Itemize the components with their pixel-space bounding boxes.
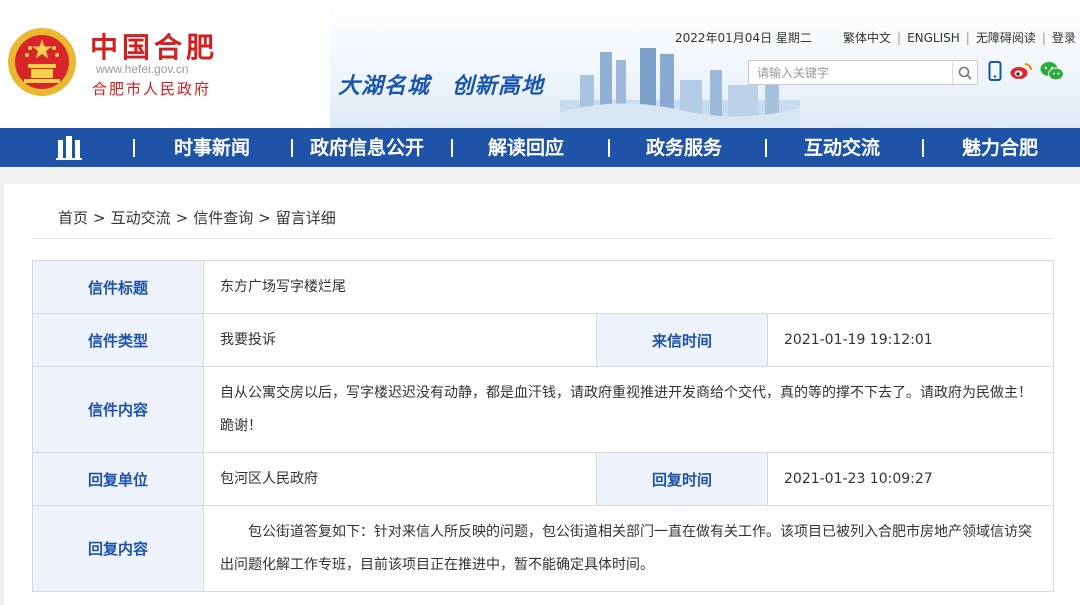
breadcrumb-current: 留言详细: [275, 209, 336, 227]
divider: |: [965, 31, 970, 45]
site-government-name: 合肥市人民政府: [92, 80, 212, 98]
slogan-part-1: 大湖名城: [338, 73, 431, 99]
main-nav: 时事新闻 政府信息公开 解读回应 政务服务 互动交流 魅力合肥: [0, 128, 1080, 167]
search-input[interactable]: [749, 61, 953, 84]
nav-item-gov-info[interactable]: 政府信息公开: [310, 136, 424, 160]
traditional-chinese-link[interactable]: 繁体中文: [843, 31, 891, 45]
reply-content-label: 回复内容: [32, 505, 204, 592]
site-header: 中国合肥 www.hefei.gov.cn 合肥市人民政府 大湖名城 创新高地 2…: [0, 0, 1080, 128]
reply-unit-label: 回复单位: [32, 452, 204, 506]
site-name: 中国合肥: [90, 31, 219, 64]
letter-type-value: 我要投诉: [203, 313, 597, 367]
breadcrumb: 首页 > 互动交流 > 信件查询 > 留言详细: [58, 207, 336, 228]
letter-content-label: 信件内容: [32, 366, 204, 453]
divider: |: [897, 31, 902, 45]
nav-divider: [291, 139, 293, 157]
slogan-part-2: 创新高地: [452, 73, 545, 99]
mobile-icon[interactable]: [988, 61, 1002, 85]
breadcrumb-divider: [32, 238, 1054, 239]
english-link[interactable]: ENGLISH: [907, 31, 960, 45]
reply-unit-value: 包河区人民政府: [203, 452, 597, 506]
letter-title-label: 信件标题: [32, 260, 204, 314]
nav-divider: [608, 139, 610, 157]
national-emblem-logo: [8, 28, 76, 96]
letter-time-value: 2021-01-19 19:12:01: [766, 313, 1055, 367]
reply-content-value: 包公街道答复如下：针对来信人所反映的问题，包公街道相关部门一直在做有关工作。该项…: [202, 505, 1055, 592]
slogan: 大湖名城 创新高地: [338, 68, 566, 100]
nav-divider: [922, 139, 924, 157]
breadcrumb-separator: >: [258, 209, 271, 227]
nav-divider: [133, 139, 135, 157]
letter-time-label: 来信时间: [596, 313, 768, 367]
current-date: 2022年01月04日 星期二: [675, 31, 812, 45]
table-row: 信件标题 东方广场写字楼烂尾: [32, 260, 1055, 314]
nav-item-charm-hefei[interactable]: 魅力合肥: [962, 136, 1038, 160]
breadcrumb-separator: >: [93, 209, 106, 227]
site-url: www.hefei.gov.cn: [96, 62, 189, 76]
nav-item-gov-services[interactable]: 政务服务: [646, 136, 722, 160]
nav-item-interpretation[interactable]: 解读回应: [488, 136, 564, 160]
home-building-icon[interactable]: [56, 136, 82, 160]
reply-time-label: 回复时间: [596, 452, 768, 506]
nav-item-news[interactable]: 时事新闻: [174, 136, 250, 160]
wechat-icon[interactable]: [1040, 61, 1064, 85]
nav-divider: [765, 139, 767, 157]
search-button[interactable]: [952, 61, 977, 84]
table-row: 回复单位 包河区人民政府 回复时间 2021-01-23 10:09:27: [32, 452, 1055, 506]
login-link[interactable]: 登录: [1052, 31, 1076, 45]
search-box: [748, 60, 978, 85]
breadcrumb-letter-query[interactable]: 信件查询: [193, 209, 253, 227]
accessibility-link[interactable]: 无障碍阅读: [976, 31, 1036, 45]
social-links: [988, 61, 1064, 85]
letter-title-value: 东方广场写字楼烂尾: [202, 260, 1055, 314]
divider: |: [1041, 31, 1046, 45]
top-links: 繁体中文 | ENGLISH | 无障碍阅读 | 登录: [843, 29, 1076, 46]
search-icon: [958, 66, 972, 80]
letter-content-value: 自从公寓交房以后，写字楼迟迟没有动静，都是血汗钱，请政府重视推进开发商给个交代，…: [202, 366, 1055, 453]
reply-time-value: 2021-01-23 10:09:27: [766, 452, 1055, 506]
breadcrumb-separator: >: [175, 209, 189, 227]
letter-type-label: 信件类型: [32, 313, 204, 367]
nav-item-interaction[interactable]: 互动交流: [804, 136, 880, 160]
weibo-icon[interactable]: [1010, 62, 1032, 84]
table-row: 信件类型 我要投诉 来信时间 2021-01-19 19:12:01: [32, 313, 1055, 367]
nav-divider: [451, 139, 453, 157]
table-row: 信件内容 自从公寓交房以后，写字楼迟迟没有动静，都是血汗钱，请政府重视推进开发商…: [32, 366, 1055, 453]
breadcrumb-home[interactable]: 首页: [58, 209, 88, 227]
letter-detail-table: 信件标题 东方广场写字楼烂尾 信件类型 我要投诉 来信时间 2021-01-19…: [32, 260, 1055, 592]
table-row: 回复内容 包公街道答复如下：针对来信人所反映的问题，包公街道相关部门一直在做有关…: [32, 505, 1055, 592]
breadcrumb-interaction[interactable]: 互动交流: [111, 209, 171, 227]
